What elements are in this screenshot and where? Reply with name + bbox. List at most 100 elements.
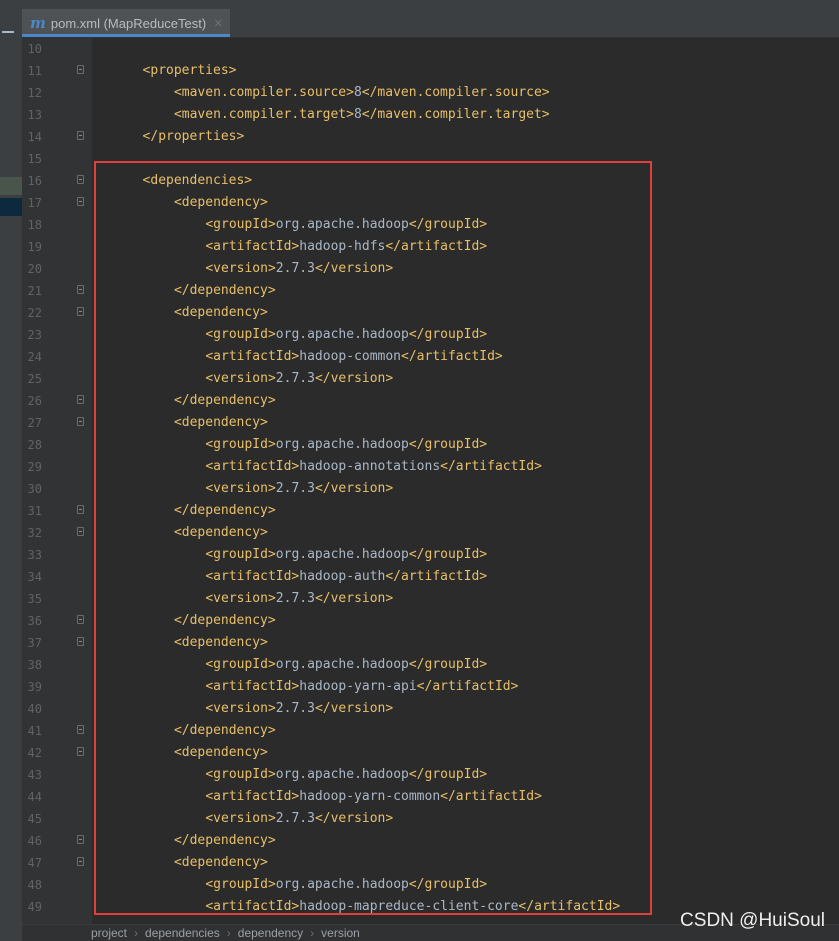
code-text: <dependency>: [174, 852, 268, 874]
fold-marker-icon[interactable]: [77, 527, 84, 536]
code-line[interactable]: 19 <artifactId>hadoop-hdfs</artifactId>: [22, 236, 839, 258]
code-line[interactable]: 16 <dependencies>: [22, 170, 839, 192]
chevron-right-icon: ›: [310, 926, 315, 940]
code-line[interactable]: 36 </dependency>: [22, 610, 839, 632]
breadcrumb-item[interactable]: dependency: [238, 926, 303, 940]
code-line[interactable]: 40 <version>2.7.3</version>: [22, 698, 839, 720]
xml-tag: </version>: [314, 371, 394, 386]
fold-marker-icon[interactable]: [77, 307, 84, 316]
fold-marker-icon[interactable]: [77, 417, 84, 426]
xml-tag: <groupId>: [205, 437, 276, 452]
line-number: 22: [27, 306, 42, 320]
fold-marker-icon[interactable]: [77, 285, 84, 294]
xml-tag: <version>: [205, 811, 276, 826]
code-line[interactable]: 31 </dependency>: [22, 500, 839, 522]
code-line[interactable]: 37 <dependency>: [22, 632, 839, 654]
fold-marker-icon[interactable]: [77, 857, 84, 866]
code-line[interactable]: 39 <artifactId>hadoop-yarn-api</artifactI…: [22, 676, 839, 698]
xml-value: org.apache.hadoop: [275, 877, 409, 892]
code-line[interactable]: 23 <groupId>org.apache.hadoop</groupId>: [22, 324, 839, 346]
code-line[interactable]: 20 <version>2.7.3</version>: [22, 258, 839, 280]
code-line[interactable]: 45 <version>2.7.3</version>: [22, 808, 839, 830]
xml-value: 2.7.3: [275, 371, 315, 386]
code-line[interactable]: 29 <artifactId>hadoop-annotations</artifa…: [22, 456, 839, 478]
fold-marker-icon[interactable]: [77, 65, 84, 74]
line-number: 19: [27, 240, 42, 254]
code-editor[interactable]: 10 11 <properties> 12 <maven.compiler.source…: [22, 38, 839, 924]
xml-tag: <artifactId>: [205, 569, 300, 584]
code-line[interactable]: 13 <maven.compiler.target>8</maven.compil…: [22, 104, 839, 126]
code-line[interactable]: 14 </properties>: [22, 126, 839, 148]
xml-tag: <maven.compiler.source>: [173, 85, 354, 100]
fold-marker-icon[interactable]: [77, 175, 84, 184]
code-line[interactable]: 21 </dependency>: [22, 280, 839, 302]
code-line[interactable]: 28 <groupId>org.apache.hadoop</groupId>: [22, 434, 839, 456]
fold-marker-icon[interactable]: [77, 395, 84, 404]
tab-pom-xml[interactable]: m pom.xml (MapReduceTest) ×: [22, 9, 230, 37]
xml-value: org.apache.hadoop: [275, 437, 409, 452]
xml-tag: <dependency>: [173, 305, 268, 320]
code-line[interactable]: 24 <artifactId>hadoop-common</artifactId>: [22, 346, 839, 368]
xml-tag: </groupId>: [408, 547, 488, 562]
fold-marker-icon[interactable]: [77, 637, 84, 646]
code-line[interactable]: 17 <dependency>: [22, 192, 839, 214]
fold-marker-icon[interactable]: [77, 725, 84, 734]
breadcrumb-item[interactable]: version: [321, 926, 360, 940]
code-text: <version>2.7.3</version>: [205, 258, 393, 280]
fold-marker-icon[interactable]: [77, 615, 84, 624]
close-icon[interactable]: ×: [213, 16, 223, 30]
minimize-icon[interactable]: [2, 31, 14, 33]
code-line[interactable]: 27 <dependency>: [22, 412, 839, 434]
code-line[interactable]: 43 <groupId>org.apache.hadoop</groupId>: [22, 764, 839, 786]
code-line[interactable]: 47 <dependency>: [22, 852, 839, 874]
xml-tag: <artifactId>: [205, 679, 300, 694]
xml-value: 2.7.3: [275, 481, 315, 496]
xml-tag: <artifactId>: [205, 239, 300, 254]
code-line[interactable]: 41 </dependency>: [22, 720, 839, 742]
xml-tag: </artifactId>: [518, 899, 621, 914]
code-line[interactable]: 30 <version>2.7.3</version>: [22, 478, 839, 500]
code-line[interactable]: 22 <dependency>: [22, 302, 839, 324]
chevron-right-icon: ›: [226, 926, 231, 940]
code-text: <dependency>: [174, 632, 268, 654]
line-number: 31: [27, 504, 42, 518]
xml-tag: <dependency>: [173, 415, 268, 430]
code-line[interactable]: 44 <artifactId>hadoop-yarn-common</artifa…: [22, 786, 839, 808]
line-number: 37: [27, 636, 42, 650]
line-number: 41: [27, 724, 42, 738]
xml-tag: <groupId>: [205, 767, 276, 782]
code-line[interactable]: 35 <version>2.7.3</version>: [22, 588, 839, 610]
fold-marker-icon[interactable]: [77, 835, 84, 844]
xml-tag: <version>: [205, 481, 276, 496]
line-number: 34: [27, 570, 42, 584]
line-number: 26: [27, 394, 42, 408]
xml-tag: </groupId>: [408, 437, 488, 452]
code-line[interactable]: 15: [22, 148, 839, 170]
breadcrumb-item[interactable]: project: [91, 926, 127, 940]
xml-value: org.apache.hadoop: [275, 657, 409, 672]
code-line[interactable]: 25 <version>2.7.3</version>: [22, 368, 839, 390]
code-line[interactable]: 18 <groupId>org.apache.hadoop</groupId>: [22, 214, 839, 236]
code-line[interactable]: 10: [22, 38, 839, 60]
code-line[interactable]: 48 <groupId>org.apache.hadoop</groupId>: [22, 874, 839, 896]
code-text: <groupId>org.apache.hadoop</groupId>: [205, 874, 487, 896]
code-line[interactable]: 34 <artifactId>hadoop-auth</artifactId>: [22, 566, 839, 588]
fold-marker-icon[interactable]: [77, 747, 84, 756]
code-line[interactable]: 26 </dependency>: [22, 390, 839, 412]
code-line[interactable]: 33 <groupId>org.apache.hadoop</groupId>: [22, 544, 839, 566]
code-text: </dependency>: [174, 610, 276, 632]
code-line[interactable]: 46 </dependency>: [22, 830, 839, 852]
code-line[interactable]: 38 <groupId>org.apache.hadoop</groupId>: [22, 654, 839, 676]
xml-tag: </version>: [314, 701, 394, 716]
code-line[interactable]: 12 <maven.compiler.source>8</maven.compil…: [22, 82, 839, 104]
fold-marker-icon[interactable]: [77, 505, 84, 514]
code-line[interactable]: 11 <properties>: [22, 60, 839, 82]
code-line[interactable]: 42 <dependency>: [22, 742, 839, 764]
code-line[interactable]: 32 <dependency>: [22, 522, 839, 544]
fold-marker-icon[interactable]: [77, 197, 84, 206]
fold-marker-icon[interactable]: [77, 131, 84, 140]
left-tool-strip: [0, 9, 23, 941]
xml-tag: <artifactId>: [205, 789, 300, 804]
breadcrumb-item[interactable]: dependencies: [145, 926, 220, 940]
xml-value: org.apache.hadoop: [275, 767, 409, 782]
